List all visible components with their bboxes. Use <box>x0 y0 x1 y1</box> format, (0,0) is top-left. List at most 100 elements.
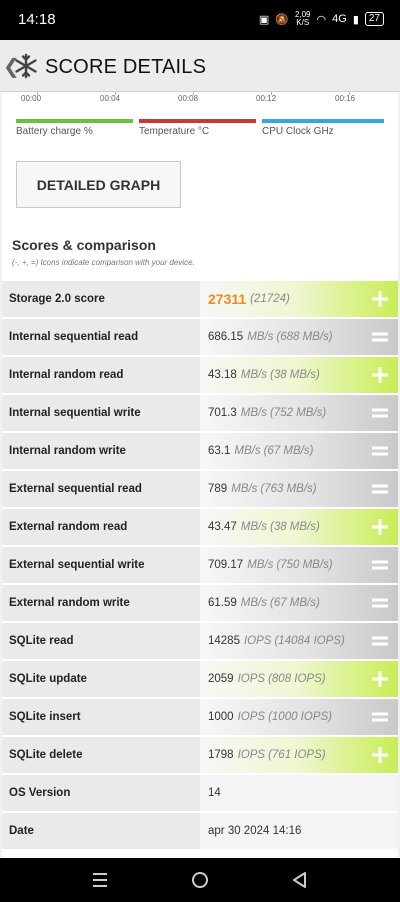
back-nav-icon[interactable] <box>290 870 310 890</box>
table-row: SQLite delete 1798 IOPS (761 IOPS) <box>2 737 398 775</box>
row-label: Storage 2.0 score <box>2 281 200 317</box>
timeline-label: 00:16 <box>335 94 356 103</box>
value-unit: IOPS <box>237 711 266 723</box>
speed-unit: K/S <box>296 18 310 27</box>
detailed-graph-button[interactable]: DETAILED GRAPH <box>16 161 181 208</box>
legend-temperature: Temperature °C <box>139 119 256 137</box>
value-number: 61.59 <box>208 597 237 609</box>
value-compare: (688 MB/s) <box>276 331 333 343</box>
row-label: SQLite insert <box>2 699 200 735</box>
value-unit: MB/s <box>247 559 274 571</box>
legend-label: Battery charge % <box>16 126 93 137</box>
row-value: 1798 IOPS (761 IOPS) <box>200 737 398 773</box>
row-label: SQLite update <box>2 661 200 697</box>
row-label: External random read <box>2 509 200 545</box>
table-row: SQLite update 2059 IOPS (808 IOPS) <box>2 661 398 699</box>
mute-icon: 🔕 <box>275 13 289 26</box>
info-value: 14 <box>208 787 221 799</box>
table-row: SQLite read 14285 IOPS (14084 IOPS) <box>2 623 398 661</box>
signal-icon: ▮ <box>352 13 359 26</box>
value-compare: (761 IOPS) <box>268 749 326 761</box>
value-unit: MB/s <box>240 597 267 609</box>
value-unit: MB/s <box>231 483 258 495</box>
app-bar: ❮ SCORE DETAILS <box>0 40 400 92</box>
row-label: Internal sequential write <box>2 395 200 431</box>
row-value: 1000 IOPS (1000 IOPS) <box>200 699 398 735</box>
row-value: 686.15 MB/s (688 MB/s) <box>200 319 398 355</box>
value-compare: (67 MB/s) <box>269 597 320 609</box>
legend-swatch <box>16 119 133 123</box>
legend-swatch <box>139 119 256 123</box>
plus-icon <box>372 747 388 763</box>
value-unit: IOPS <box>237 673 266 685</box>
value-unit: MB/s <box>234 445 261 457</box>
row-value: 709.17 MB/s (750 MB/s) <box>200 547 398 583</box>
row-label: Internal sequential read <box>2 319 200 355</box>
value-unit: MB/s <box>240 407 267 419</box>
legend-swatch <box>262 119 384 123</box>
table-row: External sequential read 789 MB/s (763 M… <box>2 471 398 509</box>
section-title: Scores & comparison <box>12 237 156 253</box>
info-row: Date apr 30 2024 14:16 <box>2 813 398 851</box>
battery-icon: 27 <box>364 12 384 26</box>
page-title: SCORE DETAILS <box>45 56 207 78</box>
info-row: OS Version 14 <box>2 775 398 813</box>
value-number: 686.15 <box>208 331 244 343</box>
value-compare: (752 MB/s) <box>269 407 327 419</box>
value-unit: MB/s <box>247 331 274 343</box>
value-number: 43.18 <box>208 369 237 381</box>
timeline-label: 00:04 <box>100 94 121 103</box>
row-label: External sequential write <box>2 547 200 583</box>
legend-label: CPU Clock GHz <box>262 126 334 137</box>
info-value: apr 30 2024 14:16 <box>208 825 302 837</box>
value-unit: IOPS <box>243 635 272 647</box>
value-number: 1000 <box>208 711 234 723</box>
row-label: Date <box>2 813 200 849</box>
row-value: apr 30 2024 14:16 <box>200 813 398 849</box>
status-time: 14:18 <box>18 11 56 28</box>
equal-icon <box>372 484 388 494</box>
graph-timeline: 00:00 00:04 00:08 00:12 00:16 <box>2 92 398 106</box>
value-compare: (38 MB/s) <box>269 369 320 381</box>
row-value: 14 <box>200 775 398 811</box>
value-compare: (763 MB/s) <box>260 483 317 495</box>
home-icon[interactable] <box>190 870 210 890</box>
wifi-icon: ◠ <box>316 13 327 26</box>
nfc-icon: ▣ <box>258 13 270 26</box>
row-label: External random write <box>2 585 200 621</box>
value-compare: (67 MB/s) <box>263 445 314 457</box>
score-row: Storage 2.0 score 27311 (21724) <box>2 281 398 319</box>
value-number: 789 <box>208 483 228 495</box>
row-value: 43.47 MB/s (38 MB/s) <box>200 509 398 545</box>
row-label: OS Version <box>2 775 200 811</box>
row-value: 789 MB/s (763 MB/s) <box>200 471 398 507</box>
value-unit: MB/s <box>240 369 267 381</box>
plus-icon <box>372 291 388 307</box>
score-compare: (21724) <box>250 293 290 305</box>
value-number: 14285 <box>208 635 240 647</box>
plus-icon <box>372 671 388 687</box>
row-label: Internal random write <box>2 433 200 469</box>
plus-icon <box>372 367 388 383</box>
legend-label: Temperature °C <box>139 126 210 137</box>
row-label: External sequential read <box>2 471 200 507</box>
score-details-content[interactable]: 00:00 00:04 00:08 00:12 00:16 Battery ch… <box>2 92 398 858</box>
equal-icon <box>372 636 388 646</box>
system-nav-bar <box>0 858 400 902</box>
value-number: 701.3 <box>208 407 237 419</box>
equal-icon <box>372 598 388 608</box>
value-number: 63.1 <box>208 445 231 457</box>
legend-cpu-clock: CPU Clock GHz <box>262 119 384 137</box>
row-value: 2059 IOPS (808 IOPS) <box>200 661 398 697</box>
value-unit: MB/s <box>240 521 267 533</box>
timeline-label: 00:00 <box>21 94 42 103</box>
network-label: 4G <box>332 13 347 25</box>
recent-apps-icon[interactable] <box>90 870 110 890</box>
section-subtitle: (-, +, =) Icons indicate comparison with… <box>12 258 195 267</box>
equal-icon <box>372 446 388 456</box>
table-row: Internal sequential read 686.15 MB/s (68… <box>2 319 398 357</box>
scores-table: Storage 2.0 score 27311 (21724) Internal… <box>2 281 398 851</box>
value-number: 709.17 <box>208 559 244 571</box>
table-row: External sequential write 709.17 MB/s (7… <box>2 547 398 585</box>
value-compare: (14084 IOPS) <box>274 635 345 647</box>
